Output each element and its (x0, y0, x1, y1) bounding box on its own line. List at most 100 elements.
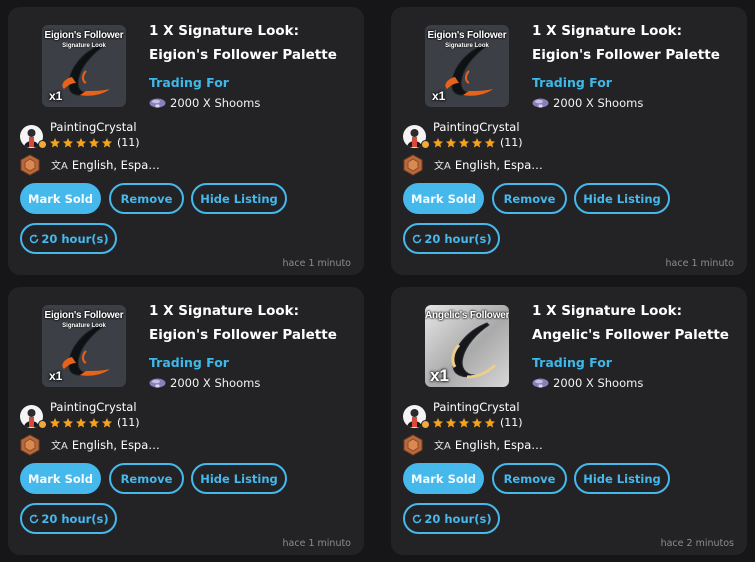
star-icon (472, 137, 482, 147)
thumbnail-quantity: x1 (432, 89, 446, 103)
listing-card: Angelic's Follower x1 1 X Signature Look… (391, 287, 747, 555)
listing-title[interactable]: 1 X Signature Look: Eigion's Follower Pa… (532, 19, 742, 67)
thumbnail-subtitle: Signature Look (62, 323, 106, 329)
refresh-icon (413, 514, 422, 523)
trading-item: 2000 X Shooms (149, 376, 260, 390)
remove-button[interactable]: Remove (492, 183, 567, 214)
thumbnail-quantity: x1 (49, 89, 63, 103)
remove-button[interactable]: Remove (492, 463, 567, 494)
trading-item: 2000 X Shooms (532, 376, 643, 390)
thumbnail-subtitle: Signature Look (445, 43, 489, 49)
remove-button[interactable]: Remove (109, 183, 184, 214)
item-thumbnail[interactable]: Eigion's Follower Signature Look x1 (42, 305, 126, 387)
mark-sold-button[interactable]: Mark Sold (403, 463, 484, 494)
translate-icon: 文A (51, 161, 68, 172)
translate-icon: 文A (51, 441, 68, 452)
trading-for-label: Trading For (532, 355, 612, 370)
languages-text: English, Espa… (71, 437, 160, 452)
remove-button[interactable]: Remove (109, 463, 184, 494)
listing-card: Eigion's Follower Signature Look x1 1 X … (8, 287, 364, 555)
timer-label: 20 hour(s) (41, 231, 109, 246)
thumbnail-title: Eigion's Follower (44, 30, 124, 41)
mark-sold-button[interactable]: Mark Sold (20, 183, 101, 214)
rating-count: (11) (500, 136, 523, 149)
star-icon (102, 137, 112, 147)
star-icon (76, 417, 86, 427)
trading-item: 2000 X Shooms (532, 96, 643, 110)
translate-icon: 文A (434, 161, 451, 172)
seller-rating: (11) (432, 136, 523, 149)
trading-item-text: 2000 X Shooms (170, 96, 261, 110)
hide-listing-button[interactable]: Hide Listing (574, 183, 670, 214)
seller-languages: 文A English, Espa… (434, 157, 543, 173)
star-icon (63, 417, 73, 427)
star-icon (433, 417, 443, 427)
shoom-mushroom-icon (532, 378, 549, 388)
trading-item: 2000 X Shooms (149, 96, 260, 110)
seller-username[interactable]: PaintingCrystal (433, 400, 520, 414)
refresh-icon (30, 234, 39, 243)
hide-listing-button[interactable]: Hide Listing (191, 463, 287, 494)
thumbnail-title: Angelic's Follower (425, 310, 509, 321)
trading-for-label: Trading For (149, 355, 229, 370)
seller-rating: (11) (49, 136, 140, 149)
bronze-hexagon-badge-icon (403, 434, 423, 456)
languages-text: English, Espa… (71, 157, 160, 172)
refresh-icon (30, 514, 39, 523)
timer-label: 20 hour(s) (424, 511, 492, 526)
seller-languages: 文A English, Espa… (51, 157, 160, 173)
listing-card: Eigion's Follower Signature Look x1 1 X … (8, 7, 364, 275)
rating-count: (11) (500, 416, 523, 429)
seller-languages: 文A English, Espa… (434, 437, 543, 453)
star-icon (63, 137, 73, 147)
thumbnail-subtitle: Signature Look (62, 43, 106, 49)
hide-listing-button[interactable]: Hide Listing (574, 463, 670, 494)
item-thumbnail[interactable]: Angelic's Follower x1 (425, 305, 509, 387)
refresh-timer-button[interactable]: 20 hour(s) (20, 503, 117, 534)
trading-item-text: 2000 X Shooms (170, 376, 261, 390)
languages-text: English, Espa… (454, 437, 543, 452)
bronze-hexagon-badge-icon (403, 154, 423, 176)
star-icon (459, 137, 469, 147)
posted-time: hace 1 minuto (282, 538, 351, 549)
online-status-dot (38, 140, 47, 149)
timer-label: 20 hour(s) (424, 231, 492, 246)
seller-username[interactable]: PaintingCrystal (50, 400, 137, 414)
bronze-hexagon-badge-icon (20, 434, 40, 456)
item-thumbnail[interactable]: Eigion's Follower Signature Look x1 (425, 25, 509, 107)
item-thumbnail[interactable]: Eigion's Follower Signature Look x1 (42, 25, 126, 107)
trading-item-text: 2000 X Shooms (553, 376, 644, 390)
seller-username[interactable]: PaintingCrystal (433, 120, 520, 134)
refresh-timer-button[interactable]: 20 hour(s) (403, 223, 500, 254)
refresh-timer-button[interactable]: 20 hour(s) (20, 223, 117, 254)
rating-count: (11) (117, 136, 140, 149)
listing-title[interactable]: 1 X Signature Look: Angelic's Follower P… (532, 299, 742, 347)
shoom-mushroom-icon (532, 98, 549, 108)
online-status-dot (421, 420, 430, 429)
seller-username[interactable]: PaintingCrystal (50, 120, 137, 134)
posted-time: hace 1 minuto (282, 258, 351, 269)
languages-text: English, Espa… (454, 157, 543, 172)
listing-title[interactable]: 1 X Signature Look: Eigion's Follower Pa… (149, 19, 359, 67)
thumbnail-title: Eigion's Follower (44, 310, 124, 321)
hide-listing-button[interactable]: Hide Listing (191, 183, 287, 214)
refresh-timer-button[interactable]: 20 hour(s) (403, 503, 500, 534)
listing-title[interactable]: 1 X Signature Look: Eigion's Follower Pa… (149, 299, 359, 347)
star-icon (89, 137, 99, 147)
star-icon (446, 417, 456, 427)
posted-time: hace 2 minutos (660, 538, 734, 549)
seller-rating: (11) (432, 416, 523, 429)
star-icon (446, 137, 456, 147)
star-icon (102, 417, 112, 427)
star-icon (50, 137, 60, 147)
mark-sold-button[interactable]: Mark Sold (20, 463, 101, 494)
star-icon (433, 137, 443, 147)
star-icon (485, 417, 495, 427)
seller-languages: 文A English, Espa… (51, 437, 160, 453)
timer-label: 20 hour(s) (41, 511, 109, 526)
star-icon (50, 417, 60, 427)
star-icon (472, 417, 482, 427)
mark-sold-button[interactable]: Mark Sold (403, 183, 484, 214)
thumbnail-quantity: x1 (430, 366, 449, 385)
trading-for-label: Trading For (532, 75, 612, 90)
